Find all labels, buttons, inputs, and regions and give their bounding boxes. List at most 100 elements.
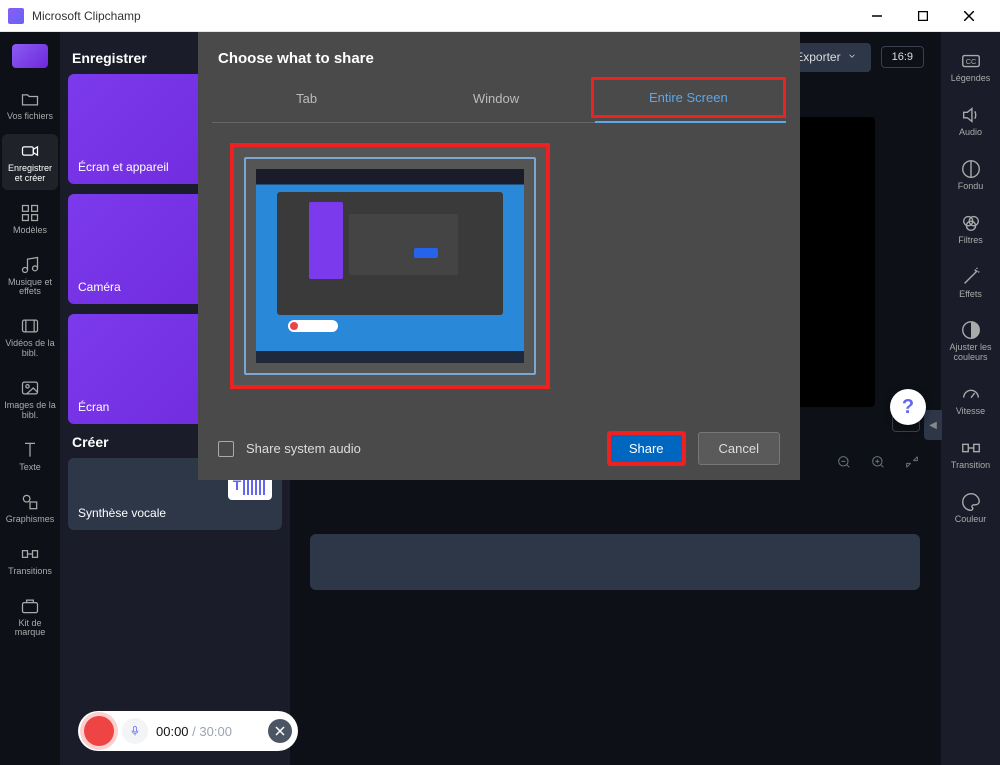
- close-button[interactable]: [946, 0, 992, 32]
- rs-color[interactable]: Couleur: [943, 485, 999, 531]
- rs-label: Légendes: [951, 74, 991, 84]
- nav-label: Enregistrer et créer: [4, 164, 56, 184]
- minimize-button[interactable]: [854, 0, 900, 32]
- rs-filters[interactable]: Filtres: [943, 206, 999, 252]
- fade-icon: [960, 158, 982, 180]
- nav-stock-video[interactable]: Vidéos de la bibl.: [2, 309, 58, 365]
- rs-adjust-colors[interactable]: Ajuster les couleurs: [943, 313, 999, 369]
- rs-transition[interactable]: Transition: [943, 431, 999, 477]
- screen-thumbnail[interactable]: [230, 143, 550, 389]
- rec-time: 00:00 / 30:00: [156, 724, 232, 739]
- rs-label: Filtres: [958, 236, 983, 246]
- window-titlebar: Microsoft Clipchamp: [0, 0, 1000, 32]
- palette-icon: [960, 491, 982, 513]
- nav-label: Graphismes: [6, 515, 55, 525]
- card-label: Écran et appareil: [78, 160, 169, 174]
- tab-entire-screen[interactable]: Entire Screen: [591, 77, 786, 118]
- zoom-in-icon[interactable]: [870, 454, 886, 470]
- rs-label: Effets: [959, 290, 982, 300]
- wand-icon: [960, 266, 982, 288]
- shapes-icon: [19, 491, 41, 513]
- app-title: Microsoft Clipchamp: [32, 9, 854, 23]
- share-audio-checkbox[interactable]: [218, 441, 234, 457]
- rs-label: Vitesse: [956, 407, 985, 417]
- share-dialog: Choose what to share Tab Window Entire S…: [198, 32, 800, 480]
- left-sidebar: Vos fichiers Enregistrer et créer Modèle…: [0, 32, 60, 765]
- rs-label: Couleur: [955, 515, 987, 525]
- window-controls: [854, 0, 992, 32]
- nav-label: Vos fichiers: [7, 112, 53, 122]
- mic-button[interactable]: [122, 718, 148, 744]
- contrast-icon: [960, 319, 982, 341]
- tab-chrome-tab[interactable]: Tab: [212, 81, 401, 122]
- nav-transitions[interactable]: Transitions: [2, 537, 58, 583]
- help-button[interactable]: ?: [890, 389, 926, 425]
- record-button[interactable]: [84, 716, 114, 746]
- share-audio-label: Share system audio: [246, 441, 595, 456]
- music-icon: [19, 254, 41, 276]
- text-icon: [19, 439, 41, 461]
- briefcase-icon: [19, 595, 41, 617]
- nav-record-create[interactable]: Enregistrer et créer: [2, 134, 58, 190]
- rs-fade[interactable]: Fondu: [943, 152, 999, 198]
- card-label: Synthèse vocale: [78, 506, 166, 520]
- logo: [12, 44, 48, 68]
- dialog-footer: Share system audio Share Cancel: [198, 417, 800, 480]
- rs-captions[interactable]: CC Légendes: [943, 44, 999, 90]
- rs-label: Fondu: [958, 182, 984, 192]
- zoom-out-icon[interactable]: [836, 454, 852, 470]
- image-icon: [19, 377, 41, 399]
- nav-label: Modèles: [13, 226, 47, 236]
- nav-graphics[interactable]: Graphismes: [2, 485, 58, 531]
- nav-your-files[interactable]: Vos fichiers: [2, 82, 58, 128]
- collapse-right-icon[interactable]: ◀: [924, 410, 942, 440]
- aspect-ratio[interactable]: 16:9: [881, 46, 924, 68]
- nav-label: Musique et effets: [4, 278, 56, 298]
- rec-stop-button[interactable]: [268, 719, 292, 743]
- nav-text[interactable]: Texte: [2, 433, 58, 479]
- right-sidebar: CC Légendes Audio Fondu Filtres Effets Aj…: [940, 32, 1000, 765]
- nav-label: Transitions: [8, 567, 52, 577]
- transition-icon: [960, 437, 982, 459]
- nav-label: Images de la bibl.: [4, 401, 56, 421]
- maximize-button[interactable]: [900, 0, 946, 32]
- nav-stock-image[interactable]: Images de la bibl.: [2, 371, 58, 427]
- speaker-icon: [960, 104, 982, 126]
- rec-current: 00:00: [156, 724, 189, 739]
- share-button[interactable]: Share: [607, 431, 686, 466]
- rs-speed[interactable]: Vitesse: [943, 377, 999, 423]
- dialog-tabs: Tab Window Entire Screen: [212, 81, 786, 123]
- folder-icon: [19, 88, 41, 110]
- timeline-track[interactable]: [310, 534, 920, 590]
- tab-window[interactable]: Window: [401, 81, 590, 122]
- filters-icon: [960, 212, 982, 234]
- transition-icon: [19, 543, 41, 565]
- camera-icon: [19, 140, 41, 162]
- card-label: Caméra: [78, 280, 121, 294]
- chevron-down-icon: [847, 50, 857, 64]
- recording-bar: 00:00 / 30:00: [78, 711, 298, 751]
- rs-label: Audio: [959, 128, 982, 138]
- templates-icon: [19, 202, 41, 224]
- tab-indicator: [595, 121, 786, 123]
- nav-label: Vidéos de la bibl.: [4, 339, 56, 359]
- dialog-body: [198, 123, 800, 417]
- nav-label: Texte: [19, 463, 41, 473]
- film-icon: [19, 315, 41, 337]
- collapse-icon[interactable]: [904, 454, 920, 470]
- timeline-area[interactable]: [290, 482, 940, 765]
- nav-label: Kit de marque: [4, 619, 56, 639]
- app-icon: [8, 8, 24, 24]
- nav-music[interactable]: Musique et effets: [2, 248, 58, 304]
- cancel-button[interactable]: Cancel: [698, 432, 780, 465]
- cc-icon: CC: [960, 50, 982, 72]
- rs-effects[interactable]: Effets: [943, 260, 999, 306]
- export-label: Exporter: [795, 50, 840, 64]
- rs-audio[interactable]: Audio: [943, 98, 999, 144]
- card-label: Écran: [78, 400, 109, 414]
- gauge-icon: [960, 383, 982, 405]
- rec-max: 30:00: [199, 724, 232, 739]
- nav-brand-kit[interactable]: Kit de marque: [2, 589, 58, 645]
- nav-templates[interactable]: Modèles: [2, 196, 58, 242]
- rs-label: Transition: [951, 461, 990, 471]
